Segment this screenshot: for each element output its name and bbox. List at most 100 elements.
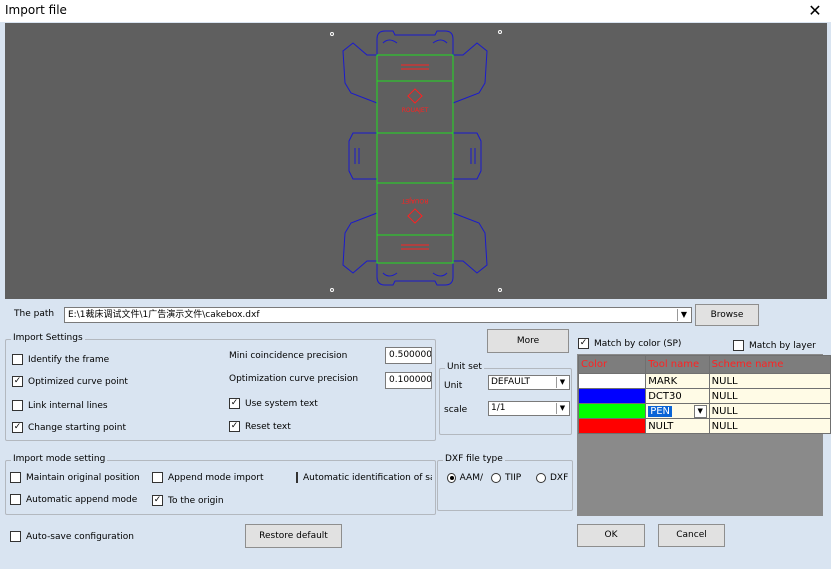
restore-default-button[interactable]: Restore default — [245, 524, 342, 548]
color-swatch-red[interactable] — [577, 418, 647, 434]
checkbox-box — [733, 340, 744, 351]
auto-identification-checkbox[interactable]: Automatic identification of sam — [296, 472, 432, 483]
checkmark-icon: ✓ — [12, 376, 23, 387]
color-swatch-green[interactable] — [577, 403, 647, 419]
import-mode-group: Import mode setting — [5, 454, 436, 515]
table-row[interactable]: NULT NULL — [577, 418, 831, 434]
dxf-radio-aam[interactable]: AAM/ — [447, 473, 483, 483]
checkbox-box — [10, 472, 21, 483]
reset-text-checkbox[interactable]: ✓ Reset text — [229, 421, 291, 432]
reference-points — [330, 30, 502, 292]
tool-cell[interactable]: MARK — [645, 373, 710, 389]
scheme-cell[interactable]: NULL — [708, 403, 831, 419]
identify-frame-checkbox[interactable]: Identify the frame — [12, 354, 109, 365]
tool-cell-editing[interactable]: PEN ▼ — [645, 403, 710, 419]
dxf-type-title: DXF file type — [443, 454, 505, 464]
import-mode-title: Import mode setting — [11, 454, 108, 464]
tool-cell[interactable]: NULT — [645, 418, 710, 434]
append-mode-import-checkbox[interactable]: Append mode import — [152, 472, 264, 483]
red-marks — [401, 64, 429, 250]
dxf-option-tiip: TIIP — [505, 473, 522, 483]
tool-table: Color Tool name Scheme name MARK NULL DC… — [577, 355, 831, 434]
browse-button[interactable]: Browse — [695, 304, 759, 326]
dxf-radio-tiip[interactable]: TIIP — [491, 473, 521, 483]
checkbox-box — [10, 494, 21, 505]
checkmark-icon: ✓ — [229, 421, 240, 432]
checkmark-icon: ✓ — [229, 398, 240, 409]
unit-set-title: Unit set — [445, 362, 484, 372]
chevron-down-icon[interactable]: ▼ — [556, 403, 568, 414]
unit-label: Unit — [444, 381, 463, 391]
header-scheme-name: Scheme name — [708, 355, 831, 374]
table-row[interactable]: MARK NULL — [577, 373, 831, 389]
radio-unselected — [491, 473, 501, 483]
crease-lines — [376, 54, 454, 264]
table-row[interactable]: PEN ▼ NULL — [577, 403, 831, 419]
radio-unselected — [536, 473, 546, 483]
scale-value: 1/1 — [491, 403, 506, 413]
color-swatch-white[interactable] — [577, 373, 647, 389]
ok-button[interactable]: OK — [577, 524, 645, 547]
link-internal-lines-label: Link internal lines — [28, 400, 108, 411]
optimized-curve-point-label: Optimized curve point — [28, 376, 128, 387]
optimized-curve-point-checkbox[interactable]: ✓ Optimized curve point — [12, 376, 128, 387]
path-field[interactable]: E:\1裁床调试文件\1广告演示文件\cakebox.dxf ▼ — [64, 307, 692, 323]
match-by-layer-checkbox[interactable]: Match by layer — [733, 340, 816, 351]
change-starting-point-label: Change starting point — [28, 422, 127, 433]
right-bottom-wing — [452, 212, 488, 274]
chevron-down-icon[interactable]: ▼ — [677, 309, 690, 321]
dxf-type-group: DXF file type — [437, 454, 573, 511]
to-origin-label: To the origin — [168, 495, 224, 506]
color-swatch-blue[interactable] — [577, 388, 647, 404]
import-settings-title: Import Settings — [11, 333, 85, 343]
dxf-preview-canvas[interactable]: ROUAJET ROUAJET — [5, 23, 827, 299]
chevron-down-icon[interactable]: ▼ — [693, 405, 707, 418]
auto-append-mode-checkbox[interactable]: Automatic append mode — [10, 494, 137, 505]
maintain-original-checkbox[interactable]: Maintain original position — [10, 472, 140, 483]
chevron-down-icon[interactable]: ▼ — [556, 377, 568, 388]
scheme-cell[interactable]: NULL — [708, 373, 831, 389]
change-starting-point-checkbox[interactable]: ✓ Change starting point — [12, 422, 126, 433]
use-system-text-checkbox[interactable]: ✓ Use system text — [229, 398, 318, 409]
scheme-cell[interactable]: NULL — [708, 388, 831, 404]
scheme-cell[interactable]: NULL — [708, 418, 831, 434]
unit-value: DEFAULT — [491, 377, 530, 387]
left-top-wing — [342, 42, 378, 104]
cancel-button[interactable]: Cancel — [658, 524, 725, 547]
append-mode-import-label: Append mode import — [168, 472, 264, 483]
dxf-radio-dxf[interactable]: DXF — [536, 473, 568, 483]
checkmark-icon: ✓ — [578, 338, 589, 349]
more-button[interactable]: More — [487, 329, 569, 353]
tool-value: PEN — [648, 405, 673, 417]
scale-label: scale — [444, 405, 468, 415]
opt-curve-precision-input[interactable]: 0.100000 — [385, 372, 432, 389]
unit-select[interactable]: DEFAULT ▼ — [488, 375, 570, 390]
checkbox-box — [12, 400, 23, 411]
auto-save-checkbox[interactable]: Auto-save configuration — [10, 531, 134, 542]
to-origin-checkbox[interactable]: ✓ To the origin — [152, 495, 224, 506]
auto-identification-label: Automatic identification of sam — [303, 472, 432, 483]
path-label: The path — [14, 309, 55, 319]
right-mid-flap — [453, 132, 482, 180]
checkbox-box — [10, 531, 21, 542]
auto-save-label: Auto-save configuration — [26, 531, 134, 542]
close-icon[interactable]: ✕ — [805, 1, 825, 20]
dxf-option-dxf: DXF — [550, 473, 569, 483]
header-tool-name: Tool name — [645, 355, 710, 374]
reset-text-label: Reset text — [245, 421, 291, 432]
match-by-color-checkbox[interactable]: ✓ Match by color (SP) — [578, 338, 681, 349]
left-mid-flap — [348, 132, 377, 180]
radio-selected — [447, 473, 456, 483]
dxf-option-aam: AAM/ — [459, 473, 483, 483]
match-by-layer-label: Match by layer — [749, 340, 816, 351]
scale-select[interactable]: 1/1 ▼ — [488, 401, 570, 416]
tool-cell[interactable]: DCT30 — [645, 388, 710, 404]
mini-coincidence-input[interactable]: 0.500000 — [385, 347, 432, 364]
match-by-color-label: Match by color (SP) — [594, 338, 682, 349]
link-internal-lines-checkbox[interactable]: Link internal lines — [12, 400, 108, 411]
top-flap — [376, 30, 454, 55]
checkmark-icon: ✓ — [152, 495, 163, 506]
title-bar — [0, 0, 831, 22]
table-row[interactable]: DCT30 NULL — [577, 388, 831, 404]
use-system-text-label: Use system text — [245, 398, 318, 409]
